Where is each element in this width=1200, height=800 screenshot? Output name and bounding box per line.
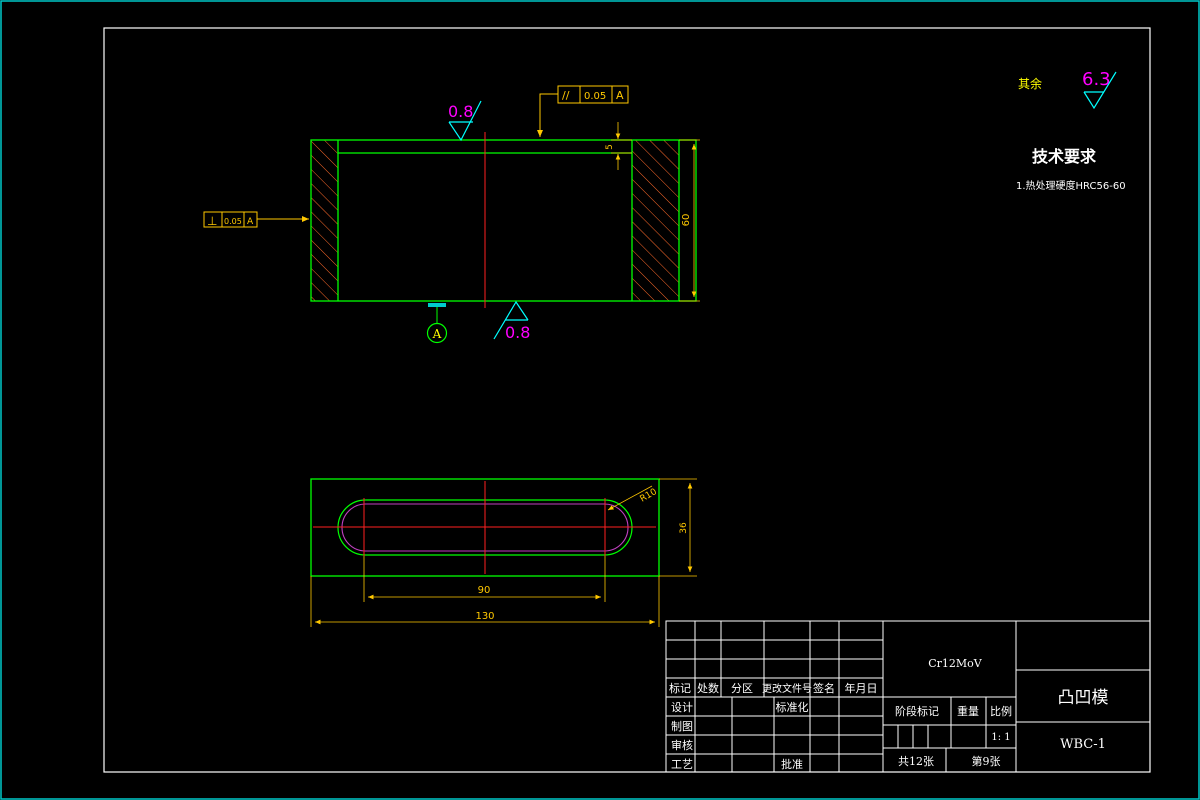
tb-weight: 重量: [957, 704, 979, 718]
tech-req-line1: 1.热处理硬度HRC56-60: [1016, 179, 1126, 192]
tb-hdr-mark: 标记: [669, 681, 691, 695]
parallelism-frame: // 0.05 A: [537, 85, 629, 137]
tb-hdr-count: 处数: [697, 682, 719, 695]
tb-design: 设计: [671, 701, 693, 714]
outer-border: [0, 0, 1200, 800]
section-view: [310, 132, 697, 308]
tb-sheet-no: 第9张: [972, 754, 1001, 768]
tb-hdr-doc: 更改文件号: [762, 682, 812, 695]
tb-total-sheets: 共12张: [898, 755, 934, 768]
dim-wall-thickness-text: 5: [605, 144, 615, 150]
perpendicularity-frame: ⊥ 0.05 A: [203, 211, 309, 228]
right-hatch: [632, 140, 679, 301]
tb-approve: 批准: [781, 757, 803, 771]
dim-wall-thickness: 5: [605, 122, 632, 170]
dim-total-length: 130: [310, 576, 660, 627]
roughness-bottom-value: 0.8: [505, 323, 530, 342]
roughness-top-value: 0.8: [448, 102, 473, 121]
tb-scale-value: 1: 1: [991, 732, 1010, 743]
dim-radius-text: R10: [639, 487, 660, 505]
roughness-other-label: 其余: [1018, 76, 1042, 91]
tb-hdr-date: 年月日: [845, 681, 878, 695]
roughness-other: 其余 6.3: [1018, 69, 1117, 110]
datum-letter: A: [432, 327, 442, 341]
parallel-value: 0.05: [584, 91, 606, 102]
tb-review: 审核: [671, 738, 693, 752]
plan-view: [310, 478, 660, 577]
tb-material: Cr12MoV: [928, 657, 983, 670]
tb-stage-mark: 阶段标记: [895, 704, 939, 718]
roughness-bottom: 0.8: [493, 300, 530, 342]
tb-hdr-sign: 签名: [813, 681, 835, 695]
roughness-top: 0.8: [448, 100, 482, 142]
tech-req-title: 技术要求: [1032, 147, 1097, 166]
parallel-symbol: //: [562, 89, 570, 102]
tb-scale-label: 比例: [990, 704, 1012, 718]
dim-slot-length-text: 90: [478, 585, 491, 596]
dim-width-text: 36: [679, 522, 689, 534]
datum-triangle-icon: [428, 303, 446, 307]
dim-height: 60: [679, 139, 700, 302]
dim-total-length-text: 130: [475, 611, 494, 622]
engineering-drawing: 其余 6.3 技术要求 1.热处理硬度HRC56-60 0.8 0.8 // 0…: [0, 0, 1200, 800]
left-hatch: [311, 140, 338, 301]
tb-hdr-zone: 分区: [731, 682, 753, 695]
dim-height-text: 60: [681, 214, 692, 227]
perp-value: 0.05: [224, 217, 242, 226]
perp-symbol: ⊥: [207, 214, 217, 228]
tb-process: 工艺: [671, 758, 693, 771]
tb-drawing-no: WBC-1: [1060, 737, 1106, 752]
parallel-datum: A: [616, 89, 624, 102]
tb-standardize: 标准化: [776, 700, 809, 714]
tb-drawn: 制图: [671, 720, 693, 733]
dim-width: 36: [659, 478, 697, 577]
perp-datum: A: [247, 217, 254, 227]
datum-a: A: [426, 303, 448, 344]
tb-part-name: 凸凹模: [1058, 688, 1109, 708]
